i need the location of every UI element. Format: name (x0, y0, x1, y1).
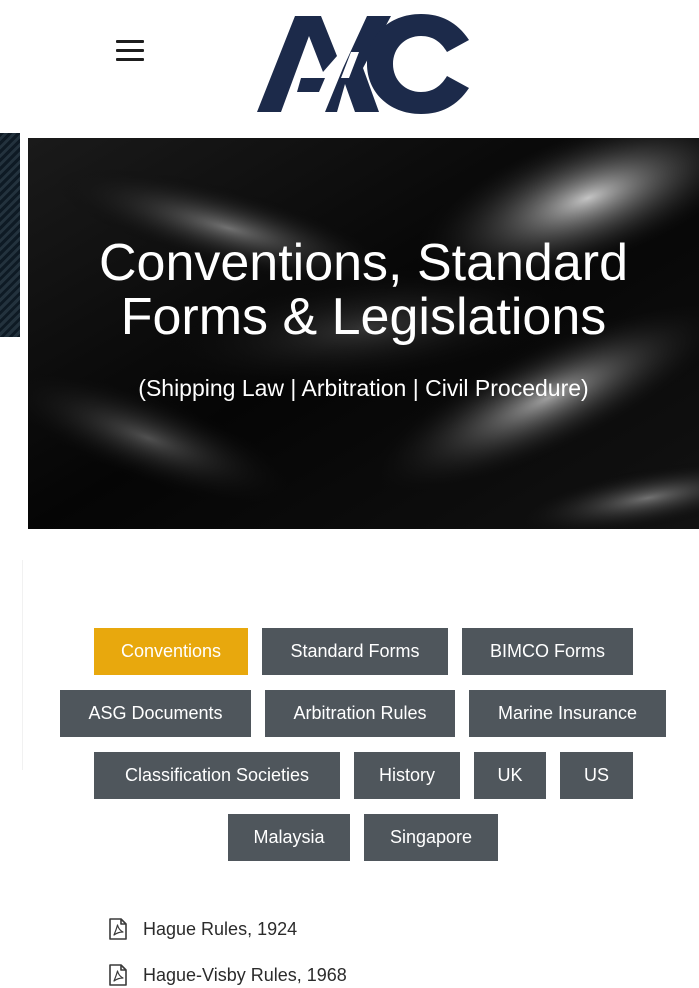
tab-bimco-forms[interactable]: BIMCO Forms (462, 628, 633, 675)
document-link-hague-visby-rules[interactable]: Hague-Visby Rules, 1968 (108, 962, 347, 988)
tab-asg-documents[interactable]: ASG Documents (60, 690, 251, 737)
menu-icon[interactable] (114, 37, 146, 65)
tab-classification-societies[interactable]: Classification Societies (94, 752, 340, 799)
tab-marine-insurance[interactable]: Marine Insurance (469, 690, 666, 737)
tab-us[interactable]: US (560, 752, 633, 799)
site-header (0, 0, 699, 133)
tab-arbitration-rules[interactable]: Arbitration Rules (265, 690, 455, 737)
pdf-file-icon (109, 964, 127, 986)
page-title-line1: Conventions, Standard (98, 234, 628, 292)
tab-uk[interactable]: UK (474, 752, 546, 799)
tab-singapore[interactable]: Singapore (364, 814, 498, 861)
akc-logo[interactable] (255, 12, 473, 116)
tab-history[interactable]: History (354, 752, 460, 799)
pdf-file-icon (109, 918, 127, 940)
tab-malaysia[interactable]: Malaysia (228, 814, 350, 861)
decorative-strip (0, 133, 20, 337)
hero-banner: Conventions, Standard Forms & Legislatio… (28, 138, 699, 529)
tab-standard-forms[interactable]: Standard Forms (262, 628, 448, 675)
document-link-hague-rules[interactable]: Hague Rules, 1924 (108, 916, 297, 942)
document-label: Hague-Visby Rules, 1968 (143, 964, 347, 985)
divider-line (22, 560, 23, 770)
page-title: Conventions, Standard Forms & Legislatio… (28, 236, 699, 344)
document-label: Hague Rules, 1924 (143, 918, 298, 939)
tab-conventions[interactable]: Conventions (94, 628, 248, 675)
page-subtitle: (Shipping Law | Arbitration | Civil Proc… (138, 375, 589, 401)
page-title-line2: Forms & Legislations (120, 288, 607, 346)
